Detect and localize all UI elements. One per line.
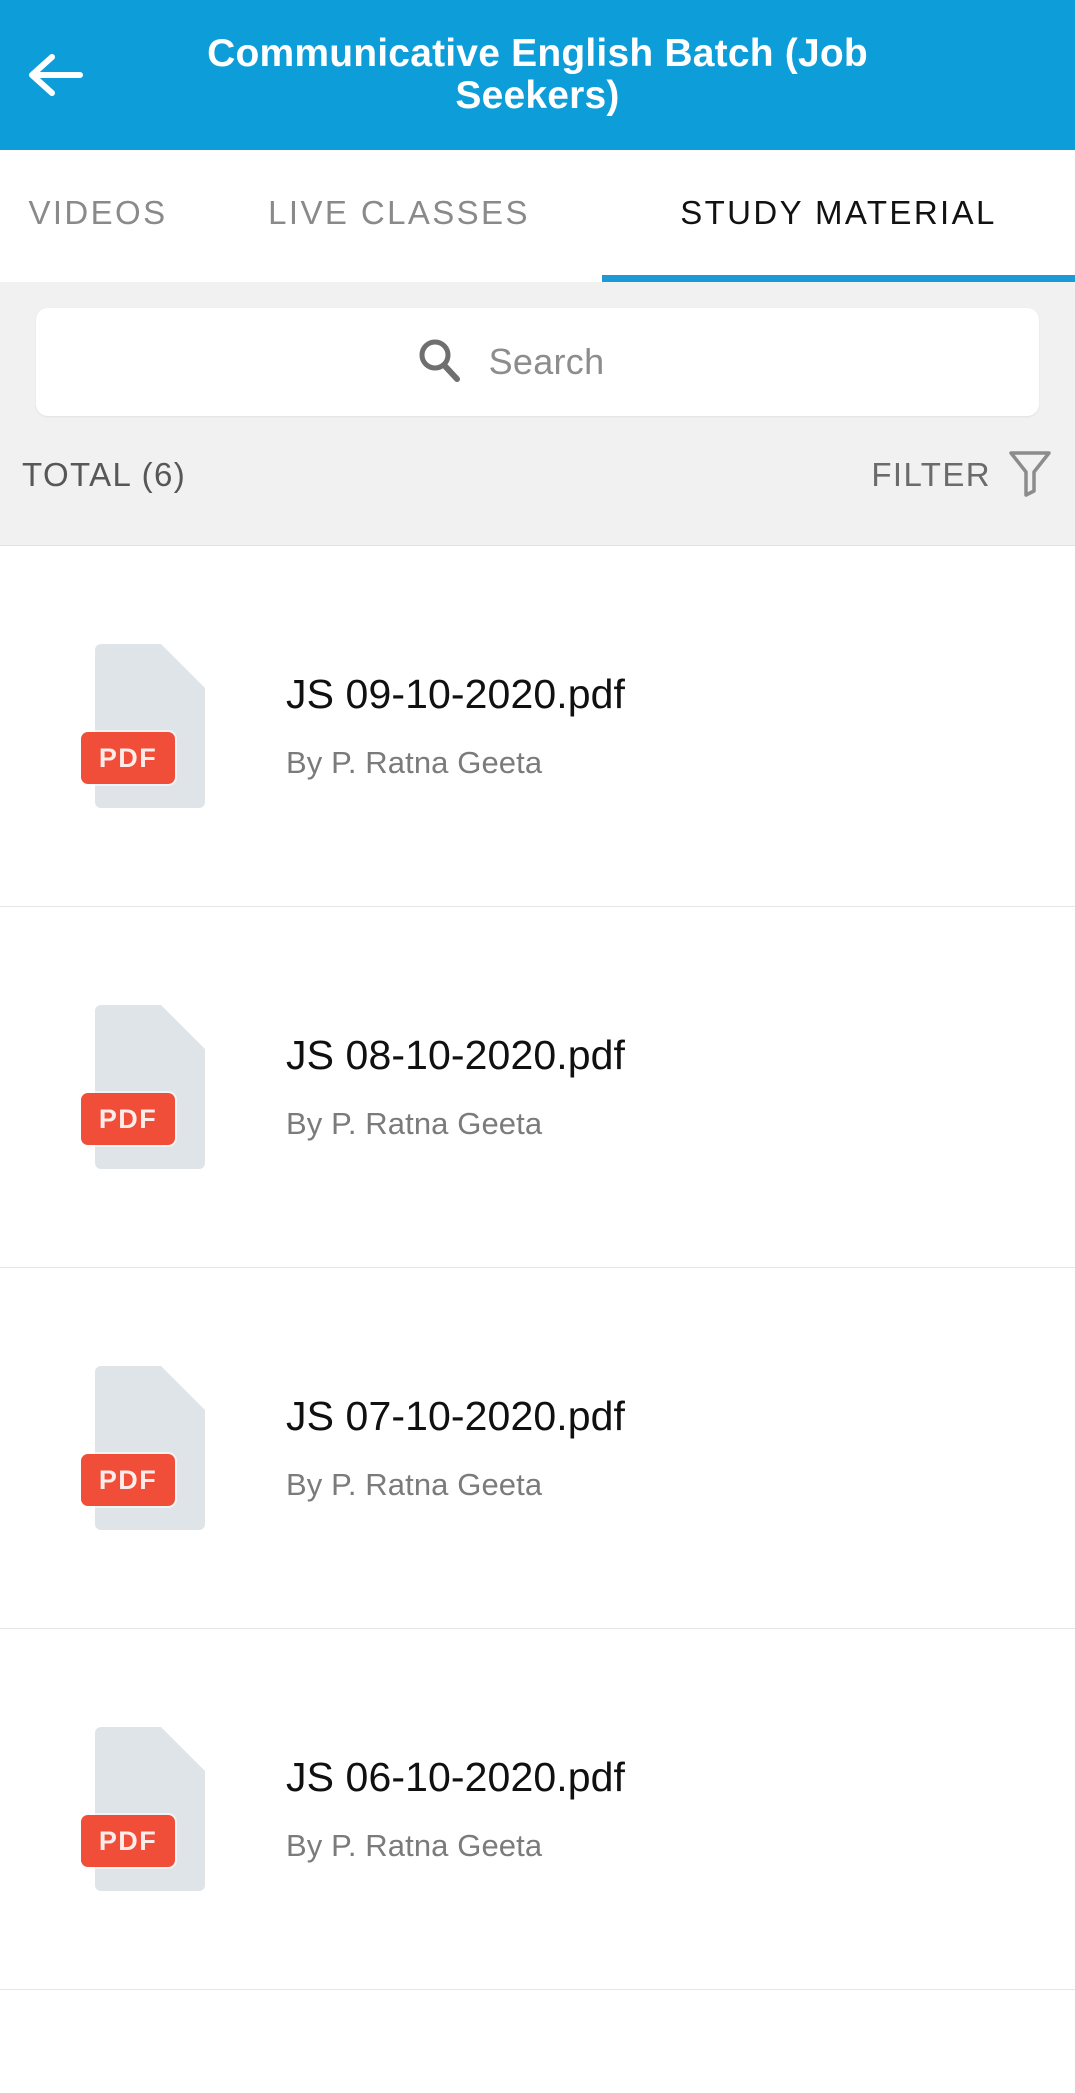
pdf-fold-corner xyxy=(161,1005,205,1049)
search-input[interactable]: Search xyxy=(36,308,1039,416)
pdf-badge-label: PDF xyxy=(98,742,158,773)
row-icon-cell: PDF xyxy=(0,907,286,1267)
filter-button[interactable]: FILTER xyxy=(871,447,1053,504)
tab-study-material[interactable]: STUDY MATERIAL xyxy=(602,150,1075,282)
row-text-cell: JS 06-10-2020.pdf By P. Ratna Geeta xyxy=(286,1754,1075,1863)
tab-videos-underline xyxy=(0,275,196,282)
study-material-list: PDF JS 09-10-2020.pdf By P. Ratna Geeta xyxy=(0,546,1075,2093)
study-material-screen: Communicative English Batch (Job Seekers… xyxy=(0,0,1075,2093)
file-name: JS 09-10-2020.pdf xyxy=(286,671,626,718)
tab-videos[interactable]: VIDEOS xyxy=(0,150,196,282)
page-title: Communicative English Batch (Job Seekers… xyxy=(207,31,868,117)
table-row[interactable]: PDF JS 09-10-2020.pdf By P. Ratna Geeta xyxy=(0,546,1075,907)
pdf-badge-label: PDF xyxy=(98,1825,158,1856)
table-row[interactable]: PDF JS 06-10-2020.pdf By P. Ratna Geeta xyxy=(0,1629,1075,1990)
search-inner: Search xyxy=(415,336,605,389)
search-icon xyxy=(415,336,463,389)
pdf-file-icon: PDF xyxy=(81,1366,205,1530)
pdf-badge: PDF xyxy=(81,1454,175,1506)
filter-button-label: FILTER xyxy=(871,456,991,493)
tab-study-material-label: STUDY MATERIAL xyxy=(680,194,997,231)
tab-study-material-underline xyxy=(602,275,1075,282)
pdf-badge: PDF xyxy=(81,1815,175,1867)
row-icon-cell: PDF xyxy=(0,546,286,906)
app-bar: Communicative English Batch (Job Seekers… xyxy=(0,0,1075,150)
file-author: By P. Ratna Geeta xyxy=(286,744,543,780)
pdf-fold-corner xyxy=(161,1727,205,1771)
total-count-label: TOTAL (6) xyxy=(22,456,187,493)
row-icon-cell: PDF xyxy=(0,1268,286,1628)
search-placeholder-text: Search xyxy=(488,341,605,382)
tab-bar: VIDEOS LIVE CLASSES STUDY MATERIAL xyxy=(0,150,1075,282)
arrow-left-icon xyxy=(26,51,84,99)
table-row[interactable]: PDF JS 08-10-2020.pdf By P. Ratna Geeta xyxy=(0,907,1075,1268)
pdf-badge-label: PDF xyxy=(98,1103,158,1134)
back-button[interactable] xyxy=(0,0,110,150)
file-author: By P. Ratna Geeta xyxy=(286,1105,543,1141)
tab-live-classes[interactable]: LIVE CLASSES xyxy=(196,150,602,282)
pdf-badge-label: PDF xyxy=(98,1464,158,1495)
file-author: By P. Ratna Geeta xyxy=(286,1827,543,1863)
tab-videos-label: VIDEOS xyxy=(28,194,168,231)
file-name: JS 06-10-2020.pdf xyxy=(286,1754,626,1801)
tab-live-classes-label: LIVE CLASSES xyxy=(268,194,530,231)
search-section: Search TOTAL (6) FILTER xyxy=(0,282,1075,546)
row-text-cell: JS 08-10-2020.pdf By P. Ratna Geeta xyxy=(286,1032,1075,1141)
file-author: By P. Ratna Geeta xyxy=(286,1466,543,1502)
pdf-badge: PDF xyxy=(81,1093,175,1145)
pdf-file-icon: PDF xyxy=(81,1727,205,1891)
funnel-icon xyxy=(1007,447,1053,504)
pdf-fold-corner xyxy=(161,644,205,688)
pdf-file-icon: PDF xyxy=(81,644,205,808)
row-icon-cell: PDF xyxy=(0,1629,286,1989)
pdf-file-icon: PDF xyxy=(81,1005,205,1169)
row-text-cell: JS 07-10-2020.pdf By P. Ratna Geeta xyxy=(286,1393,1075,1502)
list-meta-row: TOTAL (6) FILTER xyxy=(0,425,1075,545)
pdf-fold-corner xyxy=(161,1366,205,1410)
tab-live-classes-underline xyxy=(196,275,602,282)
row-text-cell: JS 09-10-2020.pdf By P. Ratna Geeta xyxy=(286,671,1075,780)
file-name: JS 08-10-2020.pdf xyxy=(286,1032,626,1079)
pdf-badge: PDF xyxy=(81,732,175,784)
table-row[interactable]: PDF JS 07-10-2020.pdf By P. Ratna Geeta xyxy=(0,1268,1075,1629)
file-name: JS 07-10-2020.pdf xyxy=(286,1393,626,1440)
